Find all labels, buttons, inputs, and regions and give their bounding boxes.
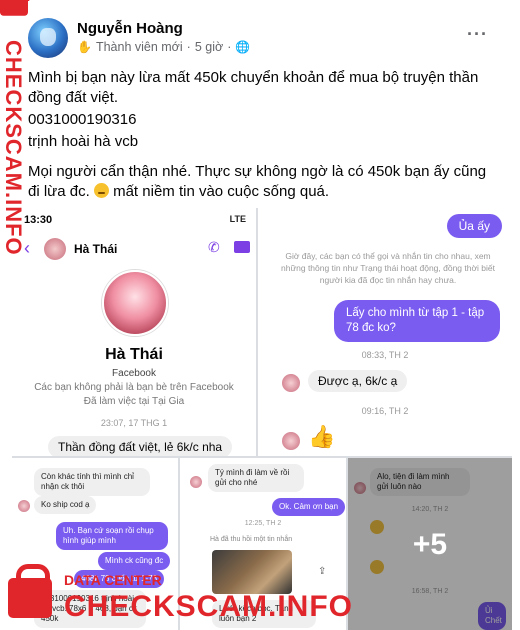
meta-separator-2: · [227,40,232,54]
meta-separator: · [186,40,191,54]
watermark-site: CHECKSCAM.INFO [64,590,353,623]
shared-image[interactable] [212,550,292,594]
outgoing-message: Uh. Bạn cứ soạn rồi chụp hình giúp mình [56,522,168,550]
contact-avatar [190,476,202,488]
author-avatar[interactable] [28,18,68,58]
new-member-icon: ✋ [77,40,92,54]
chat-timestamp: 12:25, TH 2 [244,520,282,527]
photo-grid: 13:30 LTE ‹ Hà Thái ✆ Hà Thái Facebook C… [12,208,512,630]
share-icon[interactable]: ⇪ [318,566,326,577]
status-network: LTE [229,214,246,224]
post-meta: ✋ Thành viên mới · 5 giờ · 🌐 [77,40,250,54]
incoming-message: Ko ship cod ạ [34,496,97,514]
outgoing-message: Ok. Cảm ơn bạn [272,498,346,516]
post-text: Mình bị bạn này lừa mất 450k chuyển khoả… [28,68,498,204]
video-call-icon [234,241,250,253]
profile-source: Facebook [112,368,156,379]
photo-5-more[interactable]: Alo, tiện đi làm mình gửi luôn nào 14:20… [348,458,512,630]
status-time: 13:30 [24,214,53,226]
lock-logo-icon [0,0,30,16]
incoming-message: Tý mình đi làm về rồi gửi cho nhé [208,464,304,492]
outgoing-message: Ủa ấy [446,214,502,238]
profile-info-1: Các bạn không phải là bạn bè trên Facebo… [34,382,234,393]
incoming-message: Còn khác tính thì mình chỉ nhận ck thôi [34,468,150,496]
more-options-button[interactable]: ··· [467,24,488,45]
chat-timestamp: 23:07, 17 THG 1 [100,418,168,428]
contact-name: Hà Thái [74,242,118,256]
contact-avatar [282,374,300,392]
member-badge[interactable]: Thành viên mới [96,40,183,54]
profile-info-2: Đã làm việc tại Tại Gia [83,396,185,407]
facebook-post: Nguyễn Hoàng ✋ Thành viên mới · 5 giờ · … [0,0,520,630]
author-name[interactable]: Nguyễn Hoàng [77,20,183,37]
photo-1[interactable]: 13:30 LTE ‹ Hà Thái ✆ Hà Thái Facebook C… [12,208,256,456]
watermark-data-center: DATA CENTER [64,572,162,588]
outgoing-message: Mình ck cũng đc [98,552,171,570]
phone-icon: ✆ [208,239,220,255]
profile-photo [102,270,168,336]
recalled-message: Hà đã thu hồi một tin nhắn [210,536,293,543]
photo-2[interactable]: Ủa ấy Giờ đây, các bạn có thể gọi và nhắ… [258,208,512,456]
post-time[interactable]: 5 giờ [195,40,223,54]
watermark-vertical-text: CHECKSCAM.INFO [1,40,26,256]
incoming-message: Được ạ, 6k/c ạ [308,370,408,392]
watermark-vertical: CHECKSCAM.INFO [1,40,28,256]
contact-avatar [282,432,300,450]
profile-name: Hà Thái [105,346,163,363]
lock-logo-icon [8,564,52,618]
outgoing-message: Lấy cho mình từ tập 1 - tập 78 đc ko? [334,300,500,342]
globe-icon: 🌐 [235,40,251,54]
messenger-notice: Giờ đây, các bạn có thể gọi và nhắn tin … [280,251,496,285]
thumbs-up-icon: 👍 [308,424,336,449]
contact-avatar [44,238,66,260]
post-line-3: trịnh hoài hà vcb [28,133,139,150]
post-line-4-wrap: Mọi người cẩn thận nhé. Thực sự không ng… [28,162,498,202]
chat-timestamp: 09:16, TH 2 [361,406,409,416]
contact-avatar [18,500,30,512]
post-line-5: mất niềm tin vào cuộc sống quá. [113,183,330,200]
post-line-2: 0031000190316 [28,111,137,128]
more-photos-count[interactable]: +5 [348,528,512,562]
post-line-1: Mình bị bạn này lừa mất 450k chuyển khoả… [28,69,479,106]
sad-face-icon [93,183,109,198]
incoming-message: Thần đồng đất việt, lẻ 6k/c nha [48,436,233,456]
chat-timestamp: 08:33, TH 2 [361,350,409,360]
